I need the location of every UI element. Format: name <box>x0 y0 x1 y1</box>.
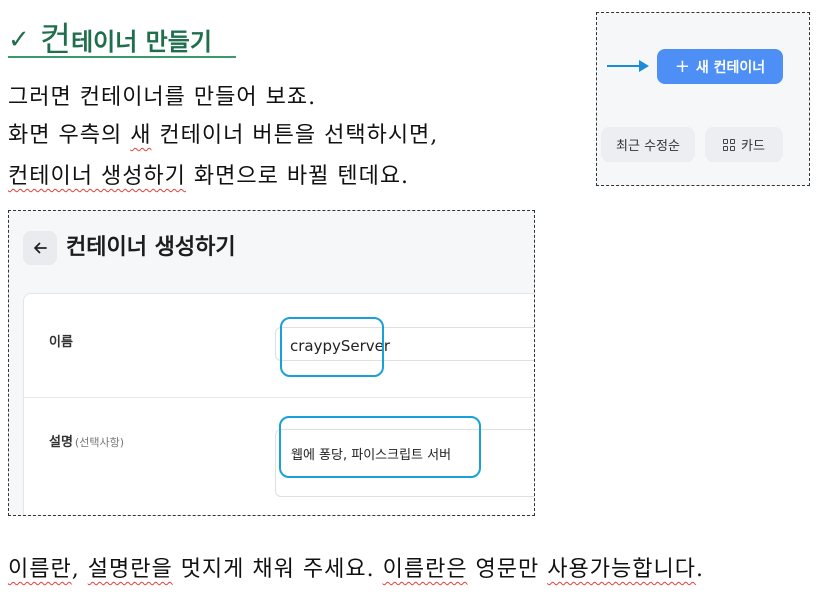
p4-text-d: 멋지게 채워 주세요. <box>172 557 383 582</box>
checkmark-icon: ✓ <box>8 25 30 55</box>
p4-text-b: , <box>71 557 88 582</box>
description-label: 설명 (선택사항) <box>49 431 124 450</box>
description-optional: (선택사항) <box>74 436 124 449</box>
name-highlight <box>280 317 384 377</box>
grid-icon <box>723 138 736 151</box>
p4-text-f: 영문만 <box>467 557 548 582</box>
create-container-screenshot: 컨테이너 생성하기 이름 craypyServer 설명 (선택사항) 웹에 퐁당… <box>8 210 535 516</box>
paragraph-2: 화면 우측의 새 컨테이너 버튼을 선택하시면, <box>8 122 438 150</box>
back-button[interactable] <box>23 231 57 265</box>
pointer-arrow-line <box>607 65 643 67</box>
card-view-button[interactable]: 카드 <box>705 127 783 162</box>
new-container-screenshot: + 새 컨테이너 최근 수정순 카드 <box>596 12 810 186</box>
p2-text-c: 컨테이너 버튼을 선택하시면, <box>151 123 439 148</box>
section-heading: ✓ 컨 테이너 만들기 <box>8 14 212 60</box>
p3-text-b: 화면으로 바뀔 텐데요. <box>185 164 410 189</box>
paragraph-4: 이름란, 설명란을 멋지게 채워 주세요. 이름란은 영문만 사용가능합니다. <box>8 556 704 584</box>
plus-icon: + <box>674 56 690 77</box>
p4-text-h: . <box>695 557 704 582</box>
paragraph-1: 그러면 컨테이너를 만들어 보죠. <box>8 85 317 110</box>
p2-text-a: 화면 우측의 <box>8 123 131 148</box>
new-container-button[interactable]: + 새 컨테이너 <box>657 49 783 84</box>
page-title: 컨테이너 생성하기 <box>66 235 236 260</box>
heading-underline <box>8 56 236 58</box>
card-view-label: 카드 <box>741 139 765 154</box>
p3-text-a: 컨테이너 생성하기 <box>8 164 186 189</box>
heading-first-char: 컨 <box>39 20 72 60</box>
heading-title-rest: 테이너 만들기 <box>71 27 212 56</box>
p4-text-g: 사용가능합니다 <box>547 557 696 582</box>
p2-text-b: 새 <box>130 123 152 148</box>
p4-text-c: 설명란을 <box>87 557 173 582</box>
new-container-label: 새 컨테이너 <box>695 59 766 76</box>
name-label: 이름 <box>49 335 73 350</box>
sort-recent-button[interactable]: 최근 수정순 <box>601 127 695 162</box>
description-highlight <box>279 416 481 478</box>
p4-text-a: 이름란 <box>8 557 72 582</box>
paragraph-3: 컨테이너 생성하기 화면으로 바뀔 텐데요. <box>8 163 409 191</box>
arrow-right-icon <box>639 60 649 72</box>
description-label-text: 설명 <box>49 435 73 450</box>
arrow-left-icon <box>34 242 47 254</box>
p4-text-e: 이름란은 <box>382 557 468 582</box>
form-divider <box>23 397 534 398</box>
